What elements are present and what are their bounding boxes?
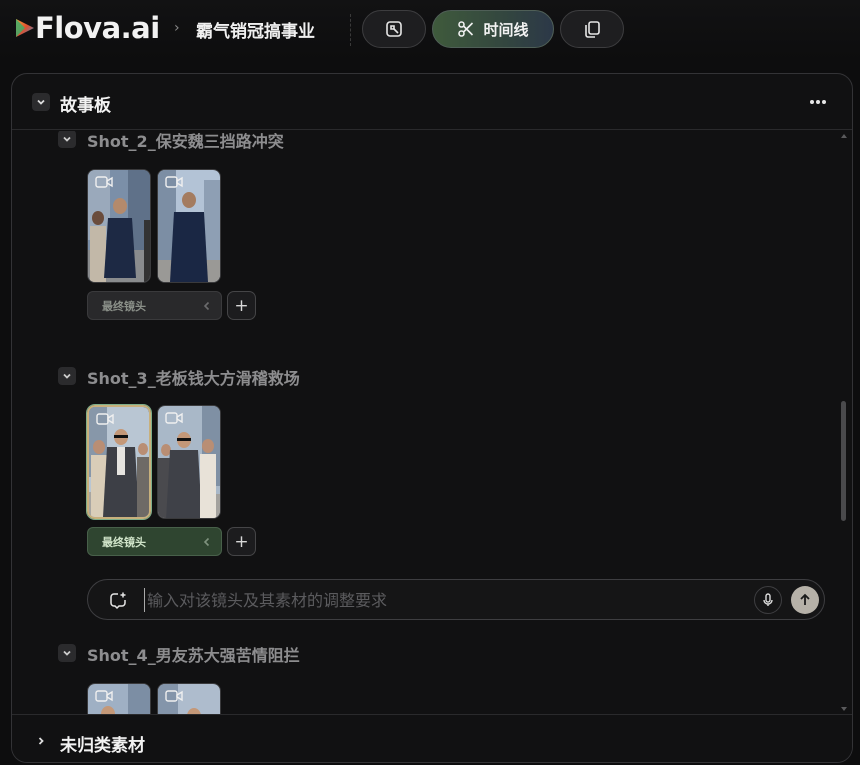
storyboard-header: 故事板 (12, 74, 852, 130)
final-shot-label: 最终镜头 (102, 299, 146, 313)
shot-2-clip-2[interactable] (157, 169, 221, 283)
frame-icon (386, 21, 402, 37)
timeline-button[interactable]: 时间线 (432, 10, 554, 48)
storyboard-title: 故事板 (60, 96, 111, 116)
shot-4-clip-2[interactable] (157, 683, 221, 714)
arrow-up-icon (800, 593, 810, 605)
chevron-left-icon (203, 301, 210, 311)
video-icon (96, 413, 114, 425)
shot-4-clip-1[interactable] (87, 683, 151, 714)
collapse-storyboard-button[interactable] (32, 93, 50, 111)
sparkle-chat-icon[interactable] (108, 591, 128, 611)
shot-4-title: Shot_4_男友苏大强苦情阻拦 (87, 646, 300, 665)
chevron-left-icon (203, 537, 210, 547)
storyboard-panel: 故事板 Shot_2_保安魏三挡路冲突 最终镜头 + Shot_3_老板钱大方滑… (11, 73, 853, 763)
brand-name: Flova.ai (35, 11, 160, 45)
flova-logo-icon (16, 19, 34, 37)
video-icon (165, 690, 183, 702)
shot-3-final-shot-select[interactable]: 最终镜头 (87, 527, 222, 556)
brand-logo[interactable]: Flova.ai (16, 13, 160, 43)
chevron-right-icon (38, 737, 44, 745)
adjustment-input[interactable] (144, 588, 704, 612)
project-title[interactable]: 霸气销冠搞事业 (196, 17, 315, 42)
microphone-icon (763, 593, 773, 606)
video-icon (95, 176, 113, 188)
scroll-down-icon[interactable] (840, 706, 848, 712)
shot-3-clip-2[interactable] (157, 405, 221, 519)
scroll-up-icon[interactable] (840, 133, 848, 139)
chevron-right-icon: › (174, 20, 180, 36)
chevron-down-icon (63, 650, 71, 656)
uncategorized-assets-section[interactable]: 未归类素材 (12, 714, 852, 762)
uncategorized-assets-title: 未归类素材 (60, 736, 145, 756)
expand-uncategorized-button[interactable] (32, 732, 50, 750)
timeline-button-label: 时间线 (483, 20, 529, 39)
copy-button[interactable] (560, 10, 624, 48)
scissors-icon (458, 21, 474, 37)
copy-icon (585, 21, 600, 38)
add-clip-button[interactable]: + (227, 527, 256, 556)
scrollbar[interactable] (840, 131, 848, 714)
shot-2-title: Shot_2_保安魏三挡路冲突 (87, 132, 284, 151)
shot-2-clip-1[interactable] (87, 169, 151, 283)
send-button[interactable] (791, 586, 819, 614)
collapse-shot-2-button[interactable] (58, 131, 76, 148)
plus-icon: + (234, 295, 249, 316)
shot-3-clip-1-selected[interactable] (87, 405, 151, 519)
adjustment-prompt-bar (87, 579, 825, 620)
divider (350, 14, 351, 46)
collapse-shot-4-button[interactable] (58, 644, 76, 662)
shot-2-final-shot-select[interactable]: 最终镜头 (87, 291, 222, 320)
frame-button[interactable] (362, 10, 426, 48)
chevron-down-icon (63, 136, 71, 142)
plus-icon: + (234, 531, 249, 552)
voice-input-button[interactable] (754, 586, 782, 614)
video-icon (165, 176, 183, 188)
shot-3-title: Shot_3_老板钱大方滑稽救场 (87, 369, 300, 388)
shots-list[interactable]: Shot_2_保安魏三挡路冲突 最终镜头 + Shot_3_老板钱大方滑稽救场 … (12, 131, 852, 714)
chevron-down-icon (37, 99, 45, 105)
more-options-button[interactable] (808, 92, 828, 112)
add-clip-button[interactable]: + (227, 291, 256, 320)
final-shot-label: 最终镜头 (102, 535, 146, 549)
collapse-shot-3-button[interactable] (58, 367, 76, 385)
video-icon (165, 412, 183, 424)
more-horizontal-icon (810, 100, 826, 104)
scrollbar-thumb[interactable] (841, 401, 846, 521)
video-icon (95, 690, 113, 702)
chevron-down-icon (63, 373, 71, 379)
top-bar: Flova.ai › 霸气销冠搞事业 时间线 (0, 0, 860, 60)
